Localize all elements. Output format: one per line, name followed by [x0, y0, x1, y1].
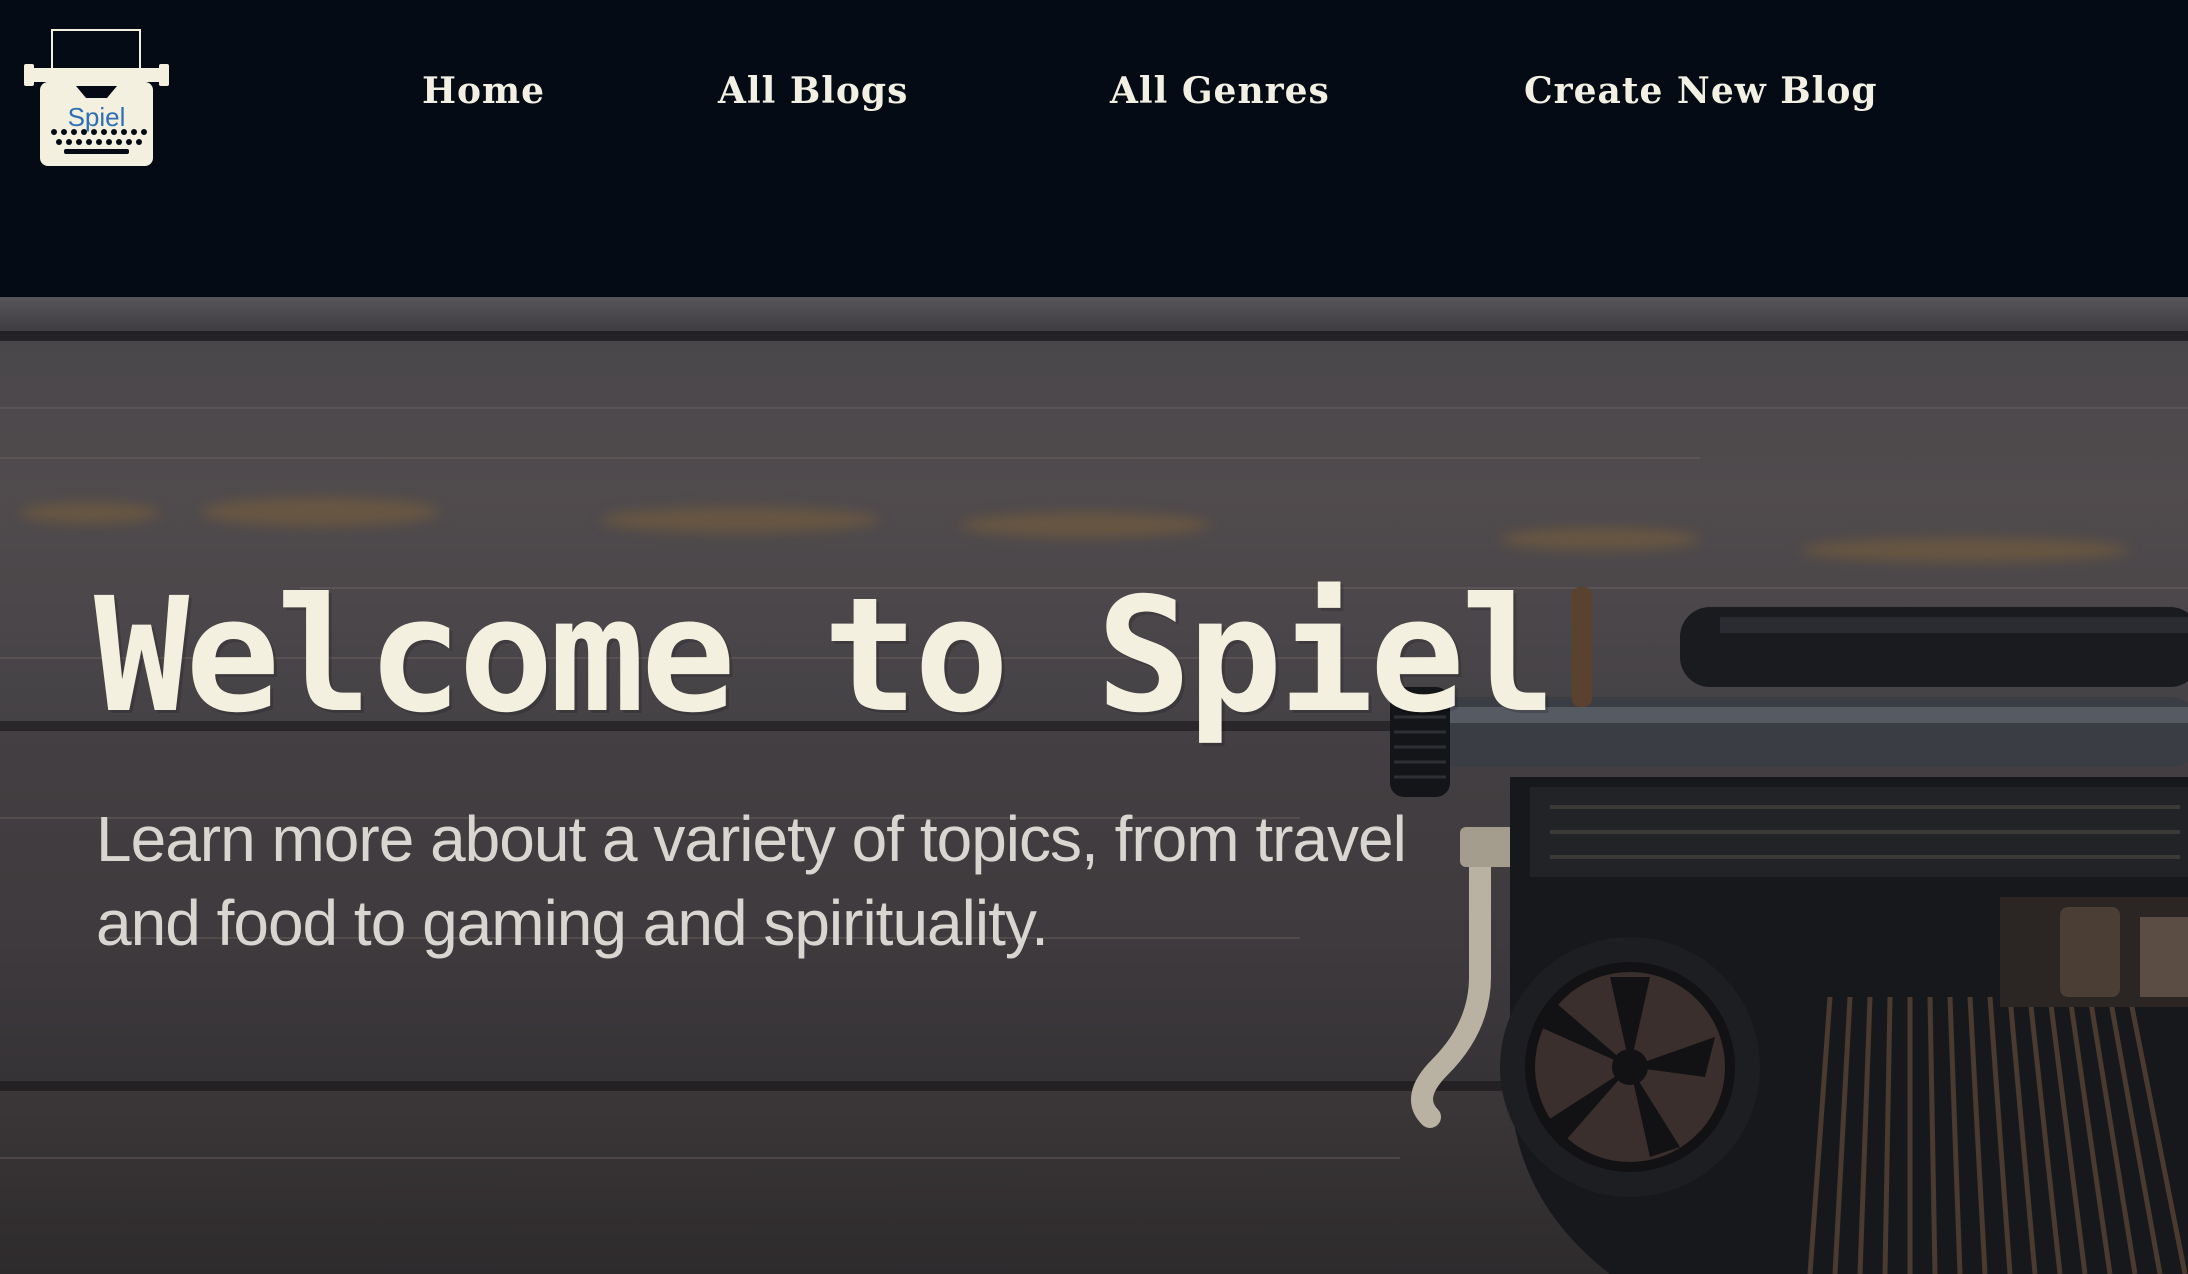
site-header: Spiel Home All Blogs All Genres Create N… — [0, 0, 2188, 297]
wood-knot — [600, 507, 880, 533]
page: Spiel Home All Blogs All Genres Create N… — [0, 0, 2188, 1274]
plank-seam — [0, 331, 2188, 341]
nav-create-new-blog[interactable]: Create New Blog — [1524, 70, 1878, 112]
wood-knot — [20, 502, 160, 524]
main-nav: Home All Blogs All Genres Create New Blo… — [0, 70, 2188, 120]
nav-all-genres[interactable]: All Genres — [1110, 70, 1330, 112]
wood-grain-line — [0, 407, 2188, 409]
wood-knot — [200, 497, 440, 527]
nav-home[interactable]: Home — [422, 70, 545, 112]
nav-all-blogs[interactable]: All Blogs — [718, 70, 908, 112]
wood-plank — [0, 297, 2188, 331]
wood-grain-line — [0, 1157, 1400, 1159]
hero-title: Welcome to Spiel — [94, 564, 1556, 748]
wood-knot — [1500, 527, 1700, 551]
hero-subtitle: Learn more about a variety of topics, fr… — [96, 803, 1407, 959]
hero-banner: Welcome to Spiel Learn more about a vari… — [0, 297, 2188, 1274]
wood-grain-line — [0, 457, 1700, 459]
wood-knot — [960, 512, 1210, 538]
